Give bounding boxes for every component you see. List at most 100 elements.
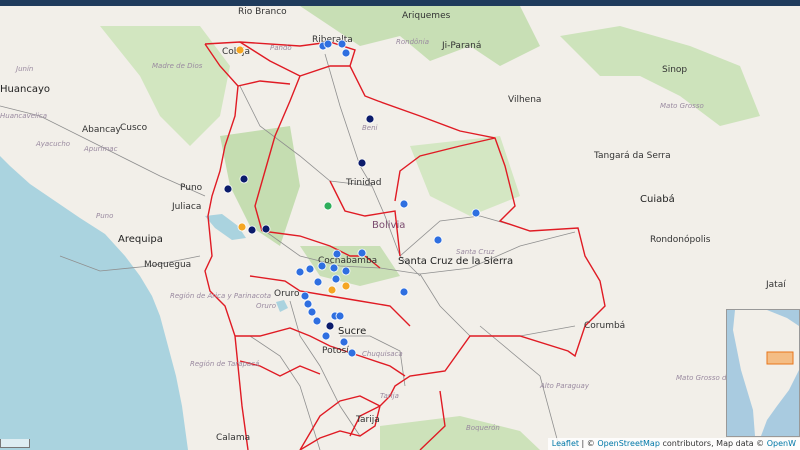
map-marker[interactable] xyxy=(331,274,341,284)
region-label: Tarija xyxy=(380,392,399,400)
map-marker[interactable] xyxy=(325,321,335,331)
attribution-bar: Leaflet | © OpenStreetMap contributors, … xyxy=(547,438,800,450)
city-label: Vilhena xyxy=(508,95,541,105)
city-label: Juliaca xyxy=(171,202,201,212)
city-label: Rio Branco xyxy=(238,7,287,17)
region-label: Chuquisaca xyxy=(362,350,403,358)
city-label: Corumbá xyxy=(584,321,625,331)
map-marker[interactable] xyxy=(239,174,249,184)
map-marker[interactable] xyxy=(295,267,305,277)
map-marker[interactable] xyxy=(329,263,339,273)
map-marker[interactable] xyxy=(341,48,351,58)
region-label: Junín xyxy=(14,65,33,73)
city-label: Ariquemes xyxy=(402,11,451,21)
region-label: Madre de Dios xyxy=(152,62,203,70)
city-label: Jataí xyxy=(765,280,786,290)
city-label: Sucre xyxy=(338,326,366,337)
region-label: Apurímac xyxy=(83,145,118,153)
map-marker[interactable] xyxy=(365,114,375,124)
map-marker[interactable] xyxy=(247,225,257,235)
region-label: Alto Paraguay xyxy=(539,382,590,390)
attribution-text: contributors, Map data © xyxy=(659,439,767,448)
city-label: Rondonópolis xyxy=(650,234,711,245)
region-label: Santa Cruz xyxy=(456,248,495,256)
city-label: Puno xyxy=(180,183,203,193)
region-label: Puno xyxy=(96,212,113,220)
city-label: Riberalta xyxy=(312,35,353,45)
map-marker[interactable] xyxy=(341,266,351,276)
city-label: Tangará da Serra xyxy=(593,151,671,161)
map-marker[interactable] xyxy=(235,45,245,55)
map-marker[interactable] xyxy=(347,348,357,358)
pacific-ocean xyxy=(0,156,188,450)
city-label: Abancay xyxy=(82,125,122,135)
minimap-landmass xyxy=(733,310,799,436)
city-label: Cochabamba xyxy=(318,256,377,266)
minimap-viewport[interactable] xyxy=(766,351,794,365)
map-marker[interactable] xyxy=(327,285,337,295)
leaflet-link[interactable]: Leaflet xyxy=(552,439,579,448)
map-marker[interactable] xyxy=(357,158,367,168)
map-marker[interactable] xyxy=(321,331,331,341)
map-marker[interactable] xyxy=(433,235,443,245)
map-marker[interactable] xyxy=(313,277,323,287)
overview-minimap[interactable] xyxy=(726,309,800,437)
region-label: Huancavelica xyxy=(0,112,47,120)
city-label: Sinop xyxy=(662,65,687,75)
region-label: Región de Arica y Parinacota xyxy=(170,292,271,300)
map-marker[interactable] xyxy=(323,39,333,49)
forest-area xyxy=(380,416,540,450)
city-label: Potosí xyxy=(322,346,349,356)
attribution-separator: | © xyxy=(579,439,598,448)
region-label: Boquerón xyxy=(466,424,500,432)
map-marker[interactable] xyxy=(341,281,351,291)
city-label: Ji-Paraná xyxy=(441,41,481,51)
region-label: Rondônia xyxy=(396,38,429,46)
map-marker[interactable] xyxy=(335,311,345,321)
map-marker[interactable] xyxy=(237,222,247,232)
city-label: Santa Cruz de la Sierra xyxy=(398,256,513,267)
city-label: Cuiabá xyxy=(640,193,675,205)
region-label: Oruro xyxy=(256,302,276,310)
scale-bar xyxy=(0,439,30,448)
map-marker[interactable] xyxy=(323,201,333,211)
map-marker[interactable] xyxy=(399,199,409,209)
region-label: Región de Tarapacá xyxy=(190,360,259,368)
city-label: Huancayo xyxy=(0,84,50,95)
map-marker[interactable] xyxy=(332,249,342,259)
map-marker[interactable] xyxy=(305,264,315,274)
country-label: Bolivia xyxy=(372,220,405,231)
region-label: Pando xyxy=(270,44,292,52)
city-label: Trinidad xyxy=(345,178,382,188)
forest-area xyxy=(410,136,520,216)
forest-area xyxy=(560,26,760,126)
map-marker[interactable] xyxy=(312,316,322,326)
map-canvas[interactable]: Rio Branco Ariquemes Ji-Paraná Vilhena S… xyxy=(0,6,800,450)
city-label: Moquegua xyxy=(144,260,191,270)
map-marker[interactable] xyxy=(303,299,313,309)
region-label: Mato Grosso xyxy=(660,102,704,110)
region-label: Ayacucho xyxy=(35,140,70,148)
city-label: Arequipa xyxy=(118,234,163,245)
city-label: Cusco xyxy=(120,123,148,133)
map-marker[interactable] xyxy=(337,39,347,49)
openweather-link[interactable]: OpenW xyxy=(767,439,796,448)
map-marker[interactable] xyxy=(300,291,310,301)
map-marker[interactable] xyxy=(357,248,367,258)
map-view[interactable]: Rio Branco Ariquemes Ji-Paraná Vilhena S… xyxy=(0,6,800,450)
map-marker[interactable] xyxy=(317,261,327,271)
map-app: Rio Branco Ariquemes Ji-Paraná Vilhena S… xyxy=(0,0,800,450)
map-marker[interactable] xyxy=(339,337,349,347)
map-marker[interactable] xyxy=(261,224,271,234)
city-label: Calama xyxy=(216,433,250,443)
region-label: Beni xyxy=(362,124,378,132)
lake-poopo xyxy=(276,300,288,312)
minimap-canvas xyxy=(733,310,799,436)
map-marker[interactable] xyxy=(223,184,233,194)
city-label: Tarija xyxy=(355,415,380,425)
map-marker[interactable] xyxy=(307,307,317,317)
map-marker[interactable] xyxy=(399,287,409,297)
map-marker[interactable] xyxy=(471,208,481,218)
city-label: Oruro xyxy=(274,289,300,299)
openstreetmap-link[interactable]: OpenStreetMap xyxy=(597,439,660,448)
